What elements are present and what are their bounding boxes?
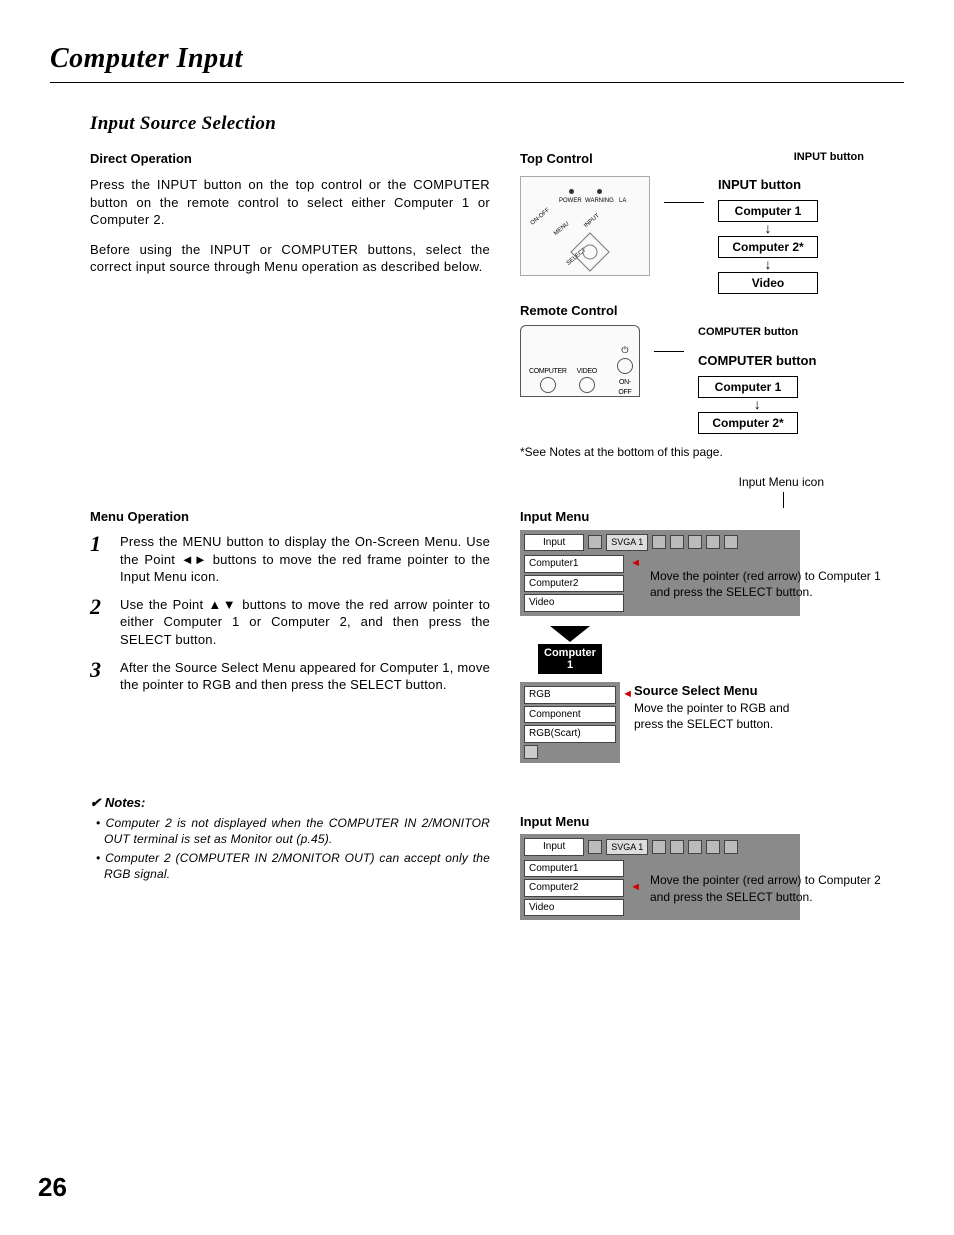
return-icon (524, 745, 538, 759)
see-notes-footnote: *See Notes at the bottom of this page. (520, 444, 904, 460)
seq-computer2: Computer 2* (698, 412, 798, 434)
menu-icon (652, 535, 666, 549)
menu-bar-tag: SVGA 1 (606, 839, 648, 855)
seq-computer1: Computer 1 (718, 200, 818, 222)
input-button-caption: INPUT button (794, 150, 864, 165)
menu-item-computer1: Computer1 (524, 555, 624, 573)
input-menu-label: Input Menu (520, 508, 904, 526)
seq-video: Video (718, 272, 818, 294)
title-rule (50, 82, 904, 83)
note-item: Computer 2 (COMPUTER IN 2/MONITOR OUT) c… (104, 850, 490, 882)
step-3: 3 After the Source Select Menu appeared … (90, 659, 490, 694)
page-number: 26 (38, 1170, 67, 1205)
menu-icon (706, 535, 720, 549)
menu-item-computer2: Computer2 (524, 879, 624, 897)
menu-bar-title: Input (524, 838, 584, 856)
menu-item-computer1: Computer1 (524, 860, 624, 878)
computer-button-heading: COMPUTER button (698, 352, 816, 370)
section-title: Input Source Selection (90, 111, 904, 137)
source-select-menu-label: Source Select Menu (634, 682, 804, 700)
menu-item-computer2: Computer2 (524, 575, 624, 593)
menu-icon (724, 535, 738, 549)
arrow-down-icon: ↓ (718, 224, 818, 234)
menu-item-video: Video (524, 594, 624, 612)
source-item-rgb: RGB (524, 686, 616, 704)
notes-heading: Notes: (90, 794, 490, 812)
step-number: 3 (90, 659, 106, 694)
remote-control-label: Remote Control (520, 302, 904, 320)
arrow-down-icon: ↓ (698, 400, 816, 410)
input-menu-caption-1: Move the pointer (red arrow) to Computer… (650, 568, 904, 600)
input-button-heading: INPUT button (718, 176, 818, 194)
menu-icon (706, 840, 720, 854)
step-text: Press the MENU button to display the On-… (120, 533, 490, 586)
source-item-component: Component (524, 706, 616, 724)
menu-icon (670, 840, 684, 854)
menu-bar-tag: SVGA 1 (606, 534, 648, 550)
right-column: Top Control INPUT button POWER WARNING L… (520, 150, 904, 904)
menu-icon (670, 535, 684, 549)
direct-operation-heading: Direct Operation (90, 150, 490, 168)
top-control-diagram: POWER WARNING LA ON-OFF MENU INPUT SELEC… (520, 176, 650, 276)
direct-operation-p2: Before using the INPUT or COMPUTER butto… (90, 241, 490, 276)
menu-operation-heading: Menu Operation (90, 508, 490, 526)
menu-icon (588, 840, 602, 854)
computer1-black-box: Computer 1 (538, 644, 602, 674)
step-text: Use the Point ▲▼ buttons to move the red… (120, 596, 490, 649)
step-number: 2 (90, 596, 106, 649)
top-control-label: Top Control (520, 150, 593, 168)
seq-computer1: Computer 1 (698, 376, 798, 398)
step-number: 1 (90, 533, 106, 586)
menu-item-video: Video (524, 899, 624, 917)
step-1: 1 Press the MENU button to display the O… (90, 533, 490, 586)
left-column: Direct Operation Press the INPUT button … (90, 150, 490, 904)
step-2: 2 Use the Point ▲▼ buttons to move the r… (90, 596, 490, 649)
menu-icon (588, 535, 602, 549)
computer-button-caption: COMPUTER button (698, 325, 816, 340)
menu-icon (724, 840, 738, 854)
input-menu-icon-caption: Input Menu icon (520, 474, 824, 490)
page-title: Computer Input (50, 40, 904, 78)
step-text: After the Source Select Menu appeared fo… (120, 659, 490, 694)
menu-icon (688, 535, 702, 549)
menu-bar-title: Input (524, 534, 584, 552)
seq-computer2: Computer 2* (718, 236, 818, 258)
direct-operation-p1: Press the INPUT button on the top contro… (90, 176, 490, 229)
source-select-menu-screenshot: RGB Component RGB(Scart) (520, 682, 620, 763)
remote-control-diagram: COMPUTER VIDEO ⏻ ON-OFF (520, 325, 640, 397)
source-select-caption: Move the pointer to RGB and press the SE… (634, 700, 804, 732)
arrow-down-icon: ↓ (718, 260, 818, 270)
triangle-down-icon (550, 626, 590, 642)
input-menu-caption-2: Move the pointer (red arrow) to Computer… (650, 872, 904, 904)
source-item-rgbscart: RGB(Scart) (524, 725, 616, 743)
note-item: Computer 2 is not displayed when the COM… (104, 815, 490, 847)
menu-icon (652, 840, 666, 854)
input-menu-label-2: Input Menu (520, 813, 904, 831)
menu-icon (688, 840, 702, 854)
notes-block: Notes: Computer 2 is not displayed when … (90, 794, 490, 882)
